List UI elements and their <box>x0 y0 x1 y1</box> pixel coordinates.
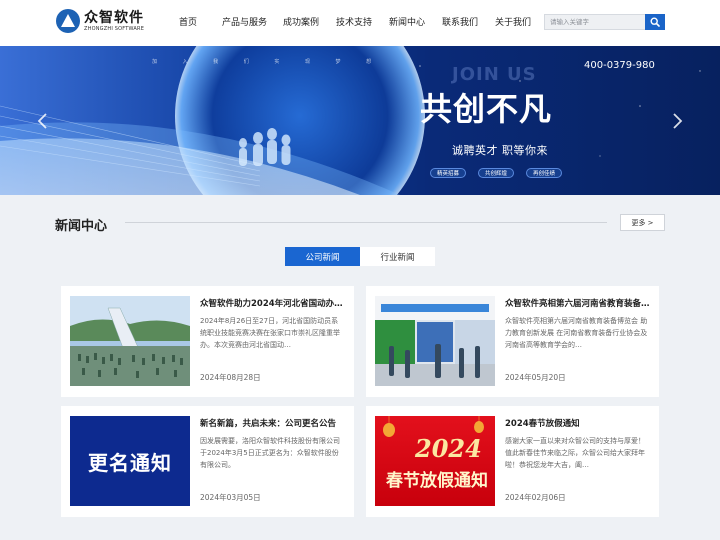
banner-phone: 400-0379-980 <box>584 60 655 71</box>
nav-item-cases[interactable]: 成功案例 <box>283 15 319 28</box>
search-button[interactable] <box>645 14 665 30</box>
news-date: 2024年02月06日 <box>505 493 566 502</box>
news-tabs: 公司新闻 行业新闻 <box>285 247 435 266</box>
news-card[interactable]: 众智软件助力2024年河北省国动办系统职业技能竞赛 2024年8月26日至27日… <box>61 286 354 397</box>
news-thumbnail <box>70 296 190 386</box>
news-title[interactable]: 众智软件助力2024年河北省国动办系统职业技能竞赛 <box>200 297 346 309</box>
banner-join-text: JOIN US <box>452 64 537 85</box>
news-thumbnail <box>375 296 495 386</box>
banner-tag: 精英招募 <box>430 168 467 178</box>
tab-company-news[interactable]: 公司新闻 <box>285 247 360 266</box>
news-date: 2024年05月20日 <box>505 373 566 382</box>
search-icon <box>650 17 660 27</box>
section-divider <box>125 222 607 223</box>
site-header: 众智软件 ZHONGZHI SOFTWARE 首页 产品与服务 成功案例 技术支… <box>0 0 720 46</box>
news-card[interactable]: 更名通知 新名新篇，共启未来：公司更名公告 因发展需要，洛阳众智软件科技股份有限… <box>61 406 354 517</box>
news-title[interactable]: 新名新篇，共启未来：公司更名公告 <box>200 417 346 429</box>
tab-industry-news[interactable]: 行业新闻 <box>360 247 435 266</box>
news-card[interactable]: 众智软件亮相第六届河南省教育装备博览会 众智软件亮相第六届河南省教育装备博览会 … <box>366 286 659 397</box>
nav-item-products[interactable]: 产品与服务 <box>222 15 267 28</box>
banner-tag: 共创辉煌 <box>478 168 515 178</box>
nav-item-home[interactable]: 首页 <box>179 15 197 28</box>
search-bar <box>544 14 665 30</box>
section-title: 新闻中心 <box>55 219 108 234</box>
news-date: 2024年08月28日 <box>200 373 261 382</box>
banner-top-text: 加 入 我 们 实 现 梦 想 <box>152 59 384 65</box>
news-date: 2024年03月05日 <box>200 493 261 502</box>
nav-item-support[interactable]: 技术支持 <box>336 15 372 28</box>
hero-banner[interactable]: 加 入 我 们 实 现 梦 想 400-0379-980 JOIN US 共创不… <box>0 46 720 195</box>
banner-headline: 共创不凡 <box>420 90 553 128</box>
news-summary: 2024年8月26日至27日，河北省国防动员系统职业技能竞赛决赛在张家口市崇礼区… <box>200 317 340 349</box>
news-title[interactable]: 2024春节放假通知 <box>505 417 651 429</box>
thumbnail-year: 2024 <box>415 434 482 463</box>
nav-item-about[interactable]: 关于我们 <box>495 15 531 28</box>
thumbnail-text: 更名通知 <box>88 450 172 475</box>
news-thumbnail: 更名通知 <box>70 416 190 506</box>
nav-item-contact[interactable]: 联系我们 <box>442 15 478 28</box>
search-input[interactable] <box>544 14 645 30</box>
more-button[interactable]: 更多 > <box>620 214 665 231</box>
banner-next-arrow-icon[interactable] <box>670 112 684 130</box>
news-summary: 众智软件亮相第六届河南省教育装备博览会 助力教育创新发展 在河南省教育装备行业协… <box>505 317 648 349</box>
banner-subline: 诚聘英才 职等你来 <box>452 144 548 157</box>
banner-prev-arrow-icon[interactable] <box>36 112 50 130</box>
news-summary: 因发展需要，洛阳众智软件科技股份有限公司于2024年3月5日正式更名为：众智软件… <box>200 437 340 469</box>
news-thumbnail: 2024 春节放假通知 <box>375 416 495 506</box>
news-summary: 感谢大家一直以来对众智公司的支持与厚爱！值此新春佳节来临之际，众智公司给大家拜年… <box>505 437 645 469</box>
news-card[interactable]: 2024 春节放假通知 2024春节放假通知 感谢大家一直以来对众智公司的支持与… <box>366 406 659 517</box>
thumbnail-text: 春节放假通知 <box>386 471 488 491</box>
banner-tag: 再创佳绩 <box>526 168 563 178</box>
nav-item-news[interactable]: 新闻中心 <box>389 15 425 28</box>
news-title[interactable]: 众智软件亮相第六届河南省教育装备博览会 <box>505 297 651 309</box>
